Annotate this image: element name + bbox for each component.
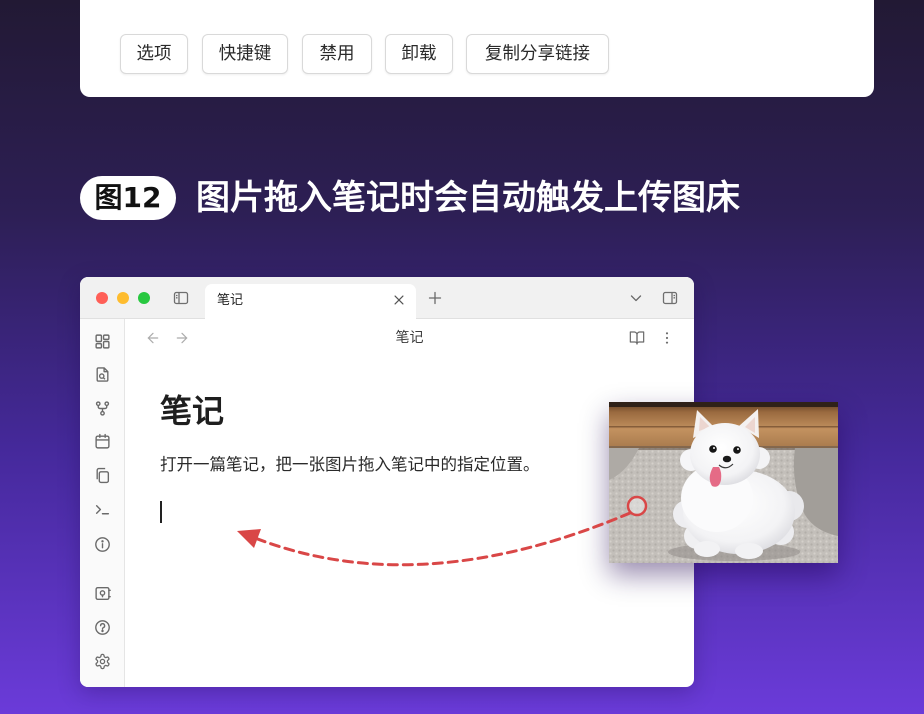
settings-icon[interactable] <box>94 653 111 670</box>
git-fork-icon[interactable] <box>94 400 111 417</box>
app-window: 笔记 笔记 笔记 打开一篇笔记，把一张图片拖入笔记中的指定位置。 <box>80 277 694 687</box>
tab-note[interactable]: 笔记 <box>205 284 416 319</box>
dog-photo[interactable] <box>609 402 838 563</box>
close-icon[interactable] <box>392 293 406 307</box>
page-canvas: 选项 快捷键 禁用 卸载 复制分享链接 图12 图片拖入笔记时会自动触发上传图床… <box>0 0 924 714</box>
disable-button[interactable]: 禁用 <box>302 34 372 74</box>
tab-label: 笔记 <box>217 293 244 308</box>
note-heading: 笔记 <box>160 392 225 430</box>
section-title: 图片拖入笔记时会自动触发上传图床 <box>196 178 740 218</box>
hotkeys-button[interactable]: 快捷键 <box>202 34 288 74</box>
plus-icon[interactable] <box>427 290 443 306</box>
help-icon[interactable] <box>94 619 111 636</box>
book-open-icon[interactable] <box>629 330 645 346</box>
uninstall-button[interactable]: 卸载 <box>385 34 453 74</box>
copy-share-link-button[interactable]: 复制分享链接 <box>466 34 609 74</box>
window-minimize-button[interactable] <box>117 292 129 304</box>
vault-icon[interactable] <box>94 585 111 602</box>
terminal-icon[interactable] <box>94 501 111 518</box>
grid-icon[interactable] <box>94 333 111 350</box>
more-vertical-icon[interactable] <box>659 330 675 346</box>
window-close-button[interactable] <box>96 292 108 304</box>
note-view-title: 笔记 <box>395 330 424 346</box>
left-ribbon <box>80 319 125 687</box>
options-button[interactable]: 选项 <box>120 34 188 74</box>
text-cursor <box>160 501 162 523</box>
figure-number-badge: 图12 <box>80 176 176 220</box>
window-zoom-button[interactable] <box>138 292 150 304</box>
calendar-icon[interactable] <box>94 433 111 450</box>
info-icon[interactable] <box>94 536 111 553</box>
tab-bar: 笔记 <box>80 277 694 319</box>
plugin-card: 选项 快捷键 禁用 卸载 复制分享链接 <box>80 0 874 97</box>
sidebar-left-icon[interactable] <box>173 290 189 306</box>
file-search-icon[interactable] <box>94 366 111 383</box>
chevron-down-icon[interactable] <box>628 290 644 306</box>
note-paragraph: 打开一篇笔记，把一张图片拖入笔记中的指定位置。 <box>160 455 540 474</box>
copy-icon[interactable] <box>94 467 111 484</box>
sidebar-right-icon[interactable] <box>662 290 678 306</box>
